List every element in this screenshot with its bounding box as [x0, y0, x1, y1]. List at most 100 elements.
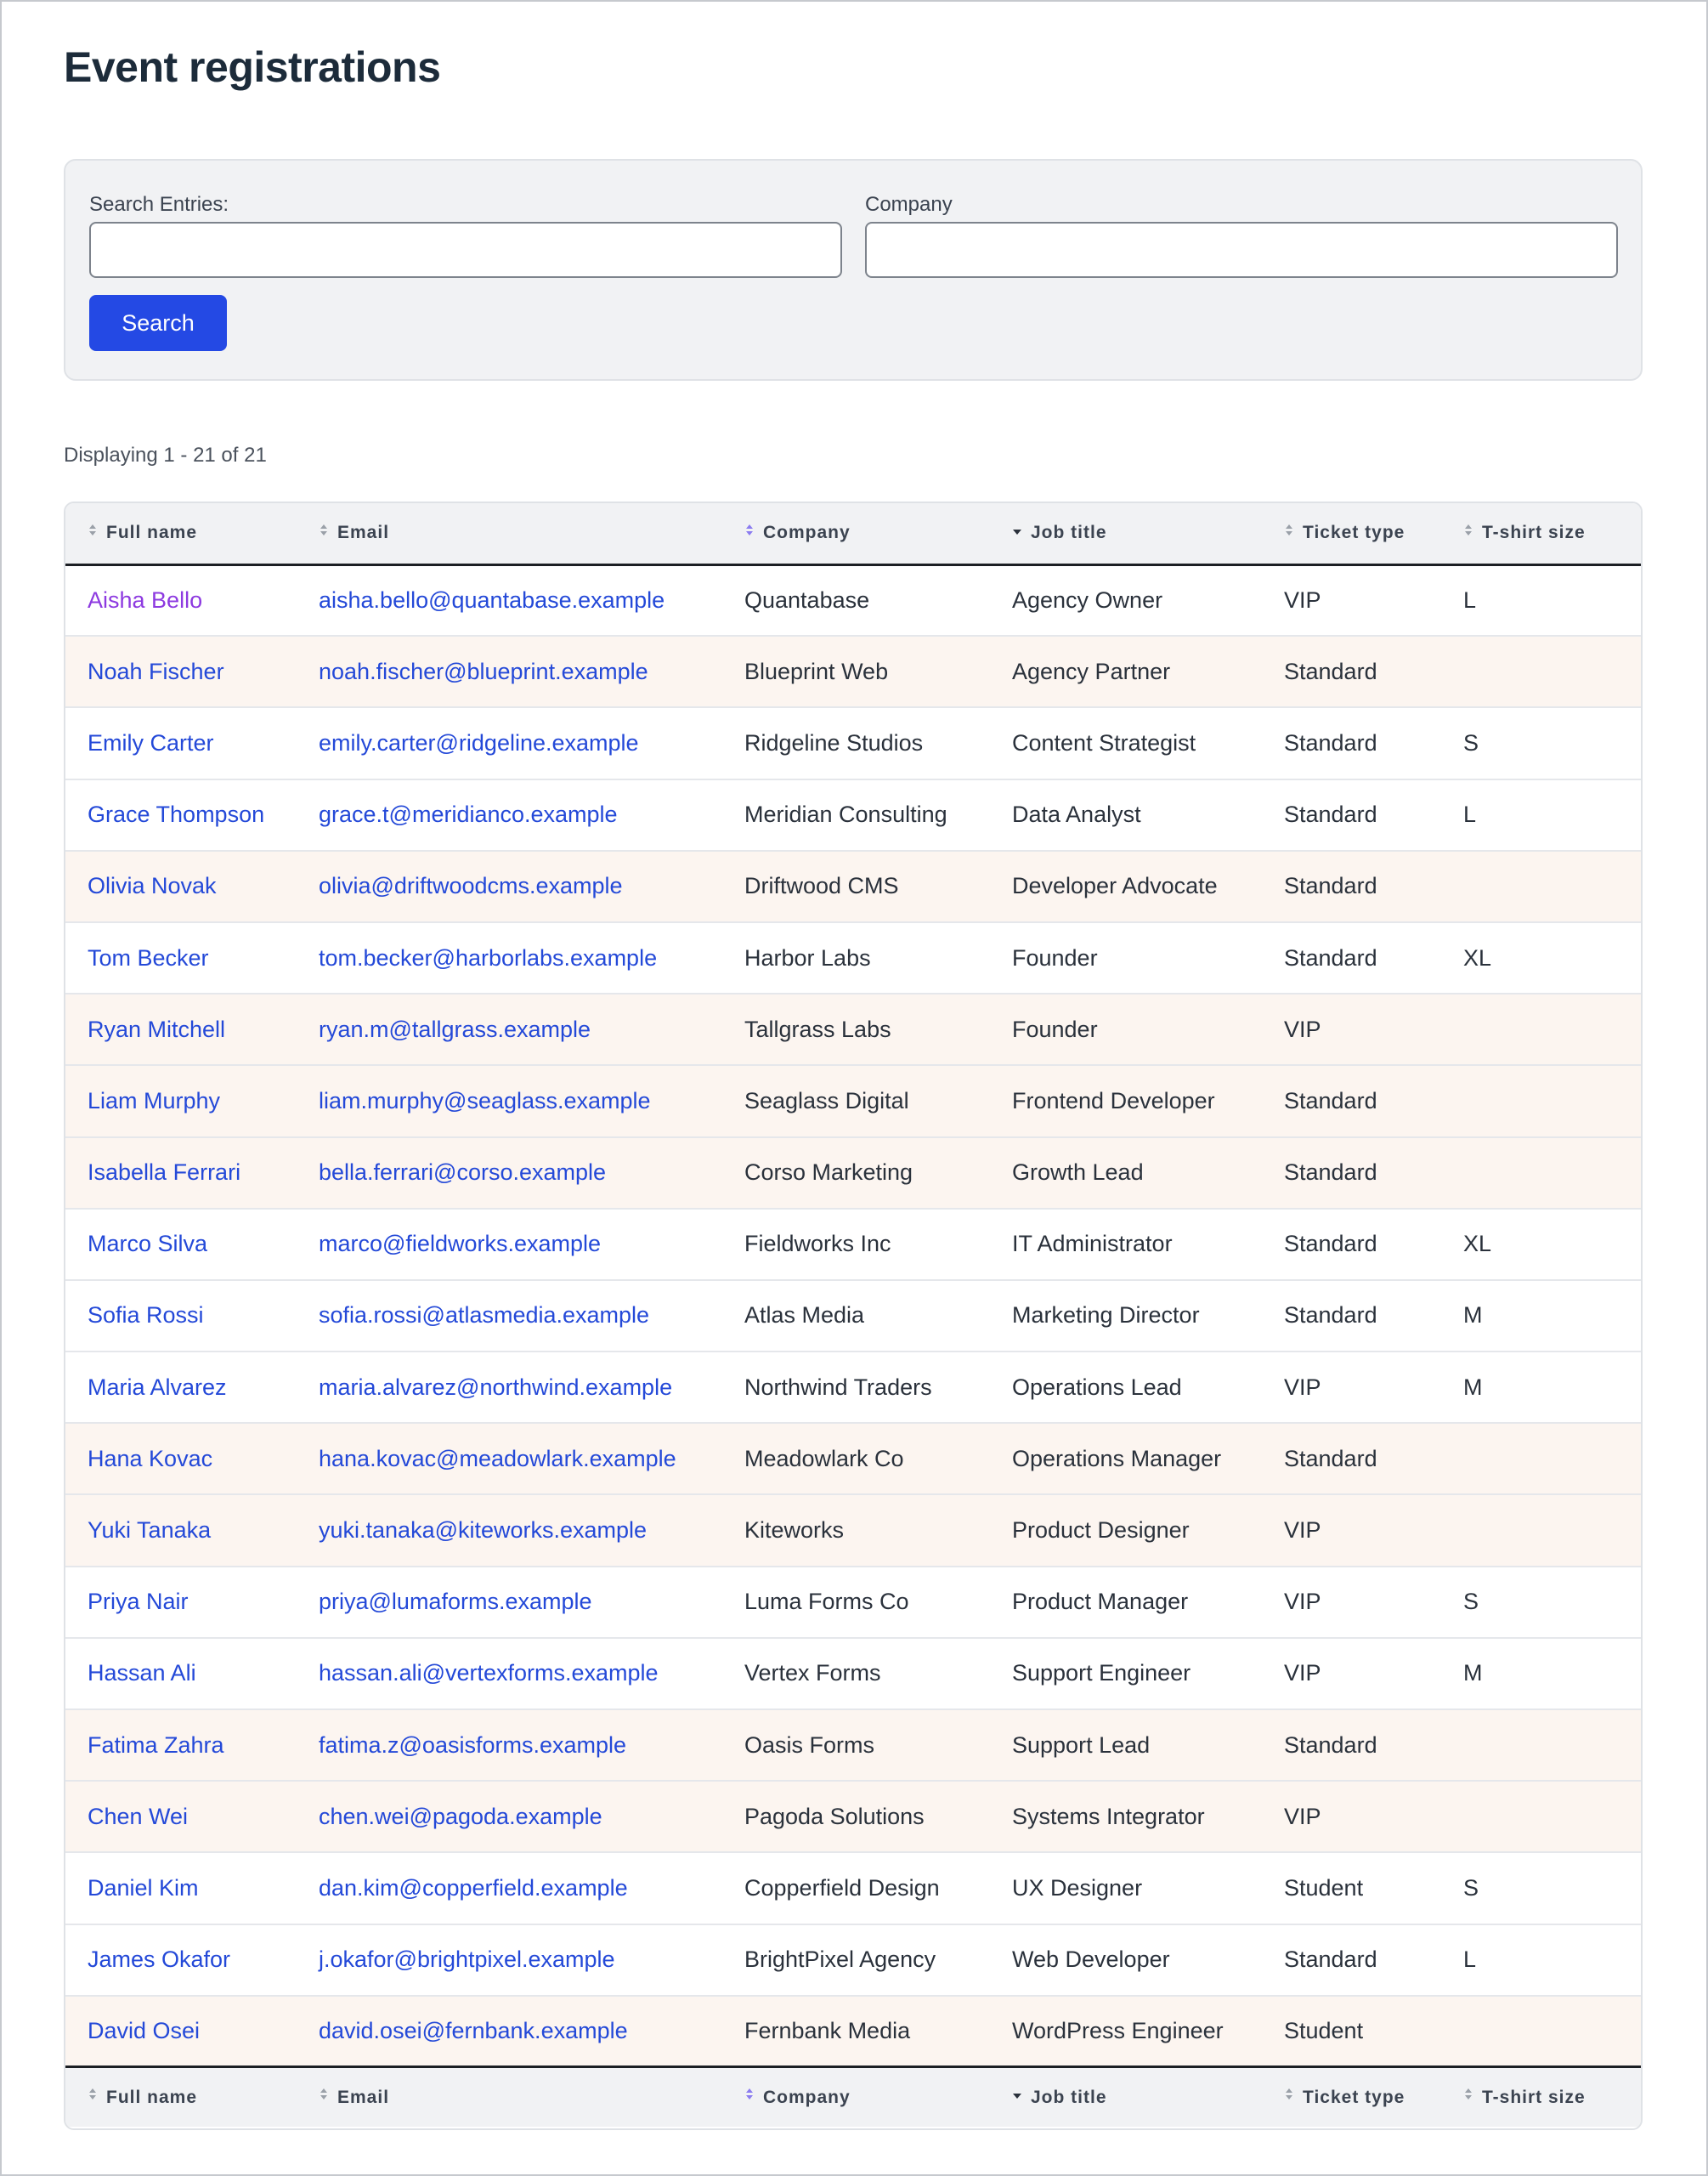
cell-company: Northwind Traders [744, 1374, 932, 1400]
page-title: Event registrations [64, 43, 441, 91]
column-footer-email[interactable]: Email [302, 2066, 726, 2127]
email-link[interactable]: j.okafor@brightpixel.example [319, 1946, 615, 1972]
cell-company: Meadowlark Co [744, 1445, 904, 1471]
cell-company: Copperfield Design [744, 1874, 940, 1901]
column-footer-ticket[interactable]: Ticket type [1265, 2066, 1453, 2127]
attendee-name-link[interactable]: Chen Wei [88, 1804, 188, 1829]
cell-size: L [1463, 802, 1477, 828]
email-link[interactable]: hassan.ali@vertexforms.example [319, 1660, 659, 1686]
column-footer-name[interactable]: Full name [65, 2066, 302, 2127]
attendee-name-link[interactable]: Tom Becker [88, 945, 209, 971]
cell-company: Fernbank Media [744, 2018, 911, 2044]
cell-company: Corso Marketing [744, 1159, 913, 1186]
table-row: Daniel Kim dan.kim@copperfield.example Cop… [65, 1852, 1641, 1924]
attendee-name-link[interactable]: Noah Fischer [88, 659, 224, 684]
column-footer-company[interactable]: Company [726, 2066, 993, 2127]
cell-name: Fatima Zahra [65, 1709, 302, 1781]
email-link[interactable]: olivia@driftwoodcms.example [319, 873, 623, 898]
cell-job: Marketing Director [1012, 1302, 1200, 1329]
table-footer-row: Full name Email Company Job title Ticket typ… [65, 2066, 1641, 2127]
cell-company: Atlas Media [744, 1302, 865, 1329]
search-entries-label: Search Entries: [89, 193, 229, 216]
email-link[interactable]: aisha.bello@quantabase.example [319, 587, 665, 613]
company-input[interactable] [865, 222, 1618, 278]
search-entries-input[interactable] [89, 222, 842, 278]
email-link[interactable]: yuki.tanaka@kiteworks.example [319, 1517, 647, 1543]
attendee-name-link[interactable]: David Osei [88, 2018, 200, 2043]
table-row: Noah Fischer noah.fischer@blueprint.examp… [65, 636, 1641, 708]
attendee-name-link[interactable]: Daniel Kim [88, 1875, 199, 1901]
cell-size [1453, 636, 1641, 707]
cell-job: WordPress Engineer [1012, 2018, 1224, 2044]
attendee-name-link[interactable]: Fatima Zahra [88, 1732, 224, 1758]
email-link[interactable]: maria.alvarez@northwind.example [319, 1374, 672, 1400]
attendee-name-link[interactable]: Emily Carter [88, 730, 214, 756]
column-footer-job[interactable]: Job title [993, 2066, 1265, 2127]
email-link[interactable]: hana.kovac@meadowlark.example [319, 1446, 676, 1471]
search-button[interactable]: Search [89, 295, 227, 351]
cell-email: dan.kim@copperfield.example [302, 1852, 726, 1924]
attendee-name-link[interactable]: Sofia Rossi [88, 1302, 204, 1328]
cell-size: S [1463, 1874, 1479, 1901]
column-header-size[interactable]: T-shirt size [1453, 503, 1641, 566]
column-header-job[interactable]: Job title [993, 503, 1265, 566]
email-link[interactable]: grace.t@meridianco.example [319, 802, 618, 827]
email-link[interactable]: bella.ferrari@corso.example [319, 1159, 606, 1185]
email-link[interactable]: fatima.z@oasisforms.example [319, 1732, 626, 1758]
email-link[interactable]: liam.murphy@seaglass.example [319, 1088, 651, 1114]
table-row: Chen Wei chen.wei@pagoda.example Pagoda So… [65, 1781, 1641, 1853]
cell-ticket: Standard [1284, 1731, 1377, 1758]
table-body: Aisha Bello aisha.bello@quantabase.exampl… [65, 564, 1641, 2067]
cell-job: Web Developer [1012, 1946, 1170, 1973]
attendee-name-link[interactable]: Olivia Novak [88, 873, 217, 898]
email-link[interactable]: david.osei@fernbank.example [319, 2018, 628, 2043]
table-row: Hana Kovac hana.kovac@meadowlark.example M… [65, 1423, 1641, 1495]
attendee-name-link[interactable]: Marco Silva [88, 1231, 207, 1256]
cell-job: Support Engineer [1012, 1660, 1191, 1686]
email-link[interactable]: priya@lumaforms.example [319, 1589, 592, 1614]
attendee-name-link[interactable]: James Okafor [88, 1946, 230, 1972]
column-header-ticket[interactable]: Ticket type [1265, 503, 1453, 566]
email-link[interactable]: tom.becker@harborlabs.example [319, 945, 657, 971]
attendee-name-link[interactable]: Hassan Ali [88, 1660, 196, 1686]
attendee-name-link[interactable]: Aisha Bello [88, 587, 202, 613]
column-footer-size[interactable]: T-shirt size [1453, 2066, 1641, 2127]
email-link[interactable]: chen.wei@pagoda.example [319, 1804, 602, 1829]
cell-name: Sofia Rossi [65, 1280, 302, 1352]
cell-size: L [1463, 586, 1477, 613]
attendee-name-link[interactable]: Ryan Mitchell [88, 1017, 225, 1042]
cell-email: marco@fieldworks.example [302, 1209, 726, 1280]
email-link[interactable]: ryan.m@tallgrass.example [319, 1017, 591, 1042]
column-header-name[interactable]: Full name [65, 503, 302, 566]
cell-name: Liam Murphy [65, 1065, 302, 1136]
attendee-name-link[interactable]: Grace Thompson [88, 802, 264, 827]
email-link[interactable]: dan.kim@copperfield.example [319, 1875, 628, 1901]
column-header-email[interactable]: Email [302, 503, 726, 566]
attendee-name-link[interactable]: Priya Nair [88, 1589, 189, 1614]
cell-ticket: Student [1284, 1874, 1364, 1901]
cell-company: Pagoda Solutions [744, 1803, 925, 1829]
table-row: Maria Alvarez maria.alvarez@northwind.exa… [65, 1352, 1641, 1424]
cell-size [1453, 994, 1641, 1065]
attendee-name-link[interactable]: Hana Kovac [88, 1446, 212, 1471]
email-link[interactable]: emily.carter@ridgeline.example [319, 730, 639, 756]
cell-ticket: Standard [1284, 1445, 1377, 1471]
attendee-name-link[interactable]: Isabella Ferrari [88, 1159, 240, 1185]
cell-company: Vertex Forms [744, 1660, 881, 1686]
cell-email: emily.carter@ridgeline.example [302, 707, 726, 779]
email-link[interactable]: noah.fischer@blueprint.example [319, 659, 648, 684]
attendee-name-link[interactable]: Yuki Tanaka [88, 1517, 211, 1543]
cell-size [1453, 1996, 1641, 2067]
column-header-company[interactable]: Company [726, 503, 993, 566]
email-link[interactable]: marco@fieldworks.example [319, 1231, 601, 1256]
attendee-name-link[interactable]: Liam Murphy [88, 1088, 220, 1114]
cell-ticket: Standard [1284, 729, 1377, 756]
column-label: T-shirt size [1482, 523, 1586, 543]
cell-job: Product Designer [1012, 1517, 1190, 1544]
cell-job: Agency Owner [1012, 586, 1163, 613]
cell-size: M [1463, 1302, 1483, 1329]
attendee-name-link[interactable]: Maria Alvarez [88, 1374, 227, 1400]
email-link[interactable]: sofia.rossi@atlasmedia.example [319, 1302, 649, 1328]
table-row: Marco Silva marco@fieldworks.example Field… [65, 1209, 1641, 1280]
column-label: Company [763, 2087, 851, 2107]
